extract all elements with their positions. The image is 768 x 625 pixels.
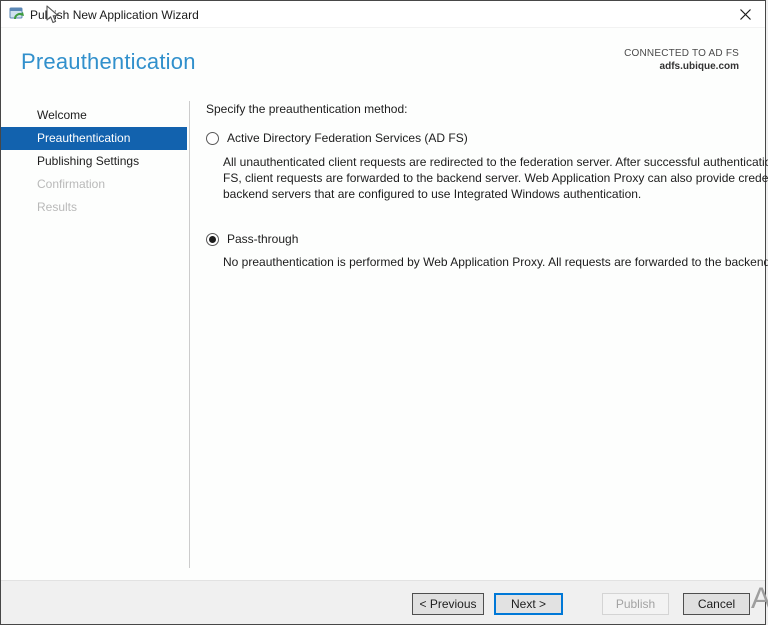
footer-button-bar: < Previous Next > Publish Cancel [1,580,765,624]
background-watermark-letter: A [751,582,768,615]
sidebar-item-preauthentication[interactable]: Preauthentication [1,127,187,150]
sidebar-divider [189,101,190,568]
preauth-method-prompt: Specify the preauthentication method: [206,102,408,116]
connected-server-name: adfs.ubique.com [659,61,739,72]
adfs-option-description: All unauthenticated client requests are … [223,155,768,201]
page-title: Preauthentication [21,49,196,74]
connected-to-label: CONNECTED TO AD FS [624,48,739,59]
sidebar-item-publishing-settings[interactable]: Publishing Settings [1,150,187,173]
next-button[interactable]: Next > [494,593,563,615]
previous-button[interactable]: < Previous [412,593,484,615]
sidebar-item-results: Results [37,200,78,214]
radio-button-adfs[interactable] [206,131,219,145]
radio-button-passthrough[interactable] [206,232,219,246]
radio-label-adfs[interactable]: Active Directory Federation Services (AD… [227,131,468,145]
publish-button: Publish [602,593,669,615]
cancel-button[interactable]: Cancel [683,593,750,615]
application-icon [9,7,24,20]
title-bar: Publish New Application Wizard [1,1,765,28]
radio-option-passthrough[interactable]: Pass-through [206,232,298,246]
passthrough-option-description: No preauthentication is performed by Web… [223,255,768,269]
close-icon [739,8,751,20]
radio-option-adfs[interactable]: Active Directory Federation Services (AD… [206,131,468,145]
radio-label-passthrough[interactable]: Pass-through [227,232,298,246]
sidebar-item-confirmation: Confirmation [37,177,106,191]
wizard-window: Publish New Application Wizard Preauthen… [0,0,768,625]
connection-status: CONNECTED TO AD FS adfs.ubique.com [624,48,739,72]
mouse-cursor-icon [46,5,59,24]
sidebar-item-welcome[interactable]: Welcome [1,104,187,127]
wizard-steps-sidebar: Welcome Preauthentication Publishing Set… [1,104,187,219]
close-button[interactable] [729,1,761,27]
